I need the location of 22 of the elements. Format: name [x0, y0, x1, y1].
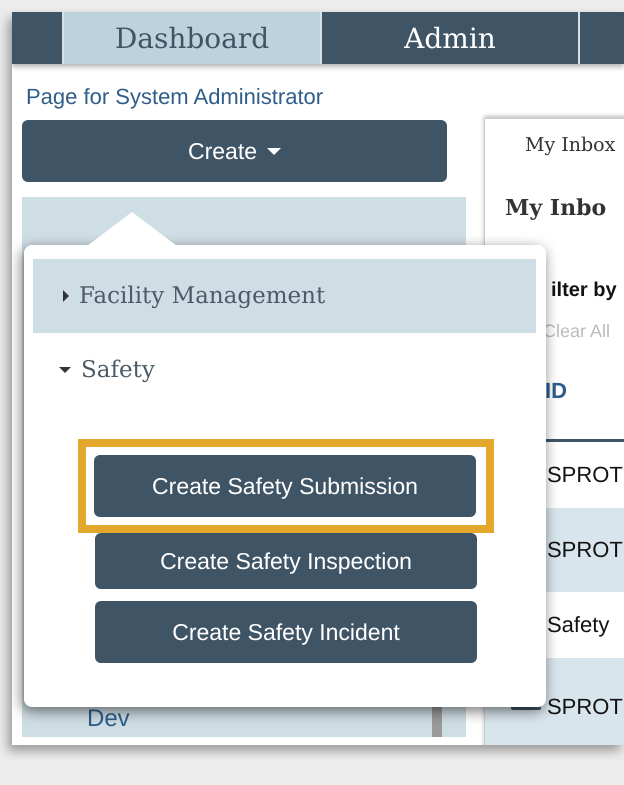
table-cell: SPROT	[547, 462, 623, 488]
table-cell: Safety	[547, 612, 610, 638]
caret-icon	[267, 148, 282, 154]
table-cell: SPROT	[547, 694, 623, 720]
create-button[interactable]: Create	[22, 120, 447, 182]
action-button[interactable]: Create Safety Submission	[94, 455, 476, 517]
sidebar-item[interactable]: Dev	[87, 705, 130, 733]
inbox-tab[interactable]: My Inbox	[485, 119, 624, 156]
nav-tab[interactable]: Admin	[320, 12, 578, 64]
menu-category[interactable]: Safety	[33, 333, 536, 407]
category-label: Safety	[81, 357, 155, 383]
page-title: Page for System Administrator	[26, 84, 324, 111]
inbox-heading: My Inbo	[504, 194, 608, 223]
nav-tab[interactable]: Dashboard	[62, 12, 320, 64]
action-button[interactable]: Create Safety Incident	[95, 601, 477, 663]
action-button[interactable]: Create Safety Inspection	[95, 533, 477, 589]
category-label: Facility Management	[79, 283, 326, 309]
table-cell: SPROT	[547, 537, 623, 563]
menu-category[interactable]: Facility Management	[33, 259, 536, 333]
caret-right-icon	[63, 290, 69, 302]
filter-label: ilter by	[550, 278, 618, 303]
caret-down-icon	[59, 367, 71, 373]
